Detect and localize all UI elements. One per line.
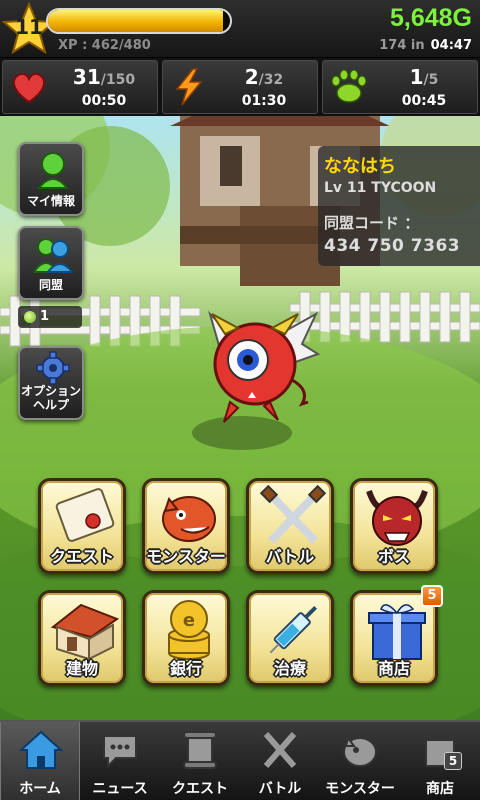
stat-energy: 2/32 01:30 <box>162 60 318 114</box>
ally-count: 1 <box>18 306 82 328</box>
help-label: ヘルプ <box>32 398 69 412</box>
my-info-button[interactable]: マイ情報 <box>18 142 84 216</box>
scroll-icon <box>183 731 217 769</box>
energy-max: /32 <box>258 72 284 88</box>
speech-bubble-icon <box>103 735 137 769</box>
energy-current: 2 <box>244 65 259 89</box>
health-timer: 00:50 <box>81 93 127 109</box>
demon-face-icon <box>366 490 428 546</box>
heal-button[interactable]: 治療 <box>246 590 334 686</box>
options-label: オプション <box>20 384 81 398</box>
quest-label: クエスト <box>49 547 114 566</box>
health-max: /150 <box>100 72 136 88</box>
syringe-icon <box>269 605 318 654</box>
stamina-current: 1 <box>409 65 424 89</box>
person-icon <box>36 152 70 189</box>
tab-battle-label: バトル <box>258 781 302 797</box>
tab-battle[interactable]: バトル <box>240 722 320 800</box>
tab-shop[interactable]: 5 商店 <box>400 722 480 800</box>
home-icon <box>19 730 63 769</box>
xp-bar <box>46 8 232 34</box>
shop-button[interactable]: 商店 5 <box>350 585 443 686</box>
alliance-code: 434 750 7363 <box>324 236 461 256</box>
quest-button[interactable]: クエスト <box>38 478 126 574</box>
ally-count-value: 1 <box>40 309 50 324</box>
monster-face-icon <box>343 735 377 767</box>
stats-bar: 31/150 00:50 2/32 01:30 1/5 00:45 <box>0 58 480 116</box>
stamina-timer: 00:45 <box>401 93 447 109</box>
heal-label: 治療 <box>273 659 306 678</box>
boss-button[interactable]: ボス <box>350 478 438 574</box>
shop-badge: 5 <box>421 585 443 607</box>
building-label: 建物 <box>65 659 98 678</box>
bank-button[interactable]: e 銀行 <box>142 590 230 686</box>
alliance-label: 同盟 <box>38 278 63 292</box>
crossed-swords-icon <box>259 485 327 544</box>
bottom-navigation: ホーム ニュース クエスト バトル モンスター 5 商店 <box>0 720 480 800</box>
tab-quest-label: クエスト <box>172 781 228 797</box>
coin-stack-icon: e <box>168 600 210 660</box>
xp-bar-fill <box>48 10 224 32</box>
home-scene: マイ情報 同盟 1 オプション ヘルプ ななはち Lv 11 TYCOON 同盟… <box>0 116 480 720</box>
health-current: 31 <box>72 65 101 89</box>
monster-sprite[interactable] <box>190 294 320 444</box>
options-help-label: オプション ヘルプ <box>20 384 82 412</box>
battle-button[interactable]: バトル <box>246 478 334 574</box>
tab-shop-badge: 5 <box>444 752 462 770</box>
tab-quest[interactable]: クエスト <box>160 722 240 800</box>
shop-label: 商店 <box>377 659 410 678</box>
stat-stamina: 1/5 00:45 <box>322 60 478 114</box>
scroll-icon <box>55 488 115 542</box>
battle-label: バトル <box>265 547 315 566</box>
tab-home-label: ホーム <box>19 781 61 797</box>
tab-home[interactable]: ホーム <box>0 722 80 800</box>
bank-label: 銀行 <box>169 659 202 678</box>
monster-button[interactable]: モンスター <box>142 478 230 574</box>
tab-shop-label: 商店 <box>426 781 454 797</box>
player-name: ななはち <box>324 156 396 177</box>
alliance-icon <box>33 238 73 273</box>
refill-timer: 174 in 04:47 <box>379 38 472 53</box>
timer-prefix: 174 in <box>379 38 425 53</box>
timer-value: 04:47 <box>430 38 472 53</box>
xp-text: XP : 462/480 <box>58 38 151 53</box>
gold-amount: 5,648G <box>389 4 472 32</box>
monster-label: モンスター <box>146 547 226 566</box>
heart-icon <box>12 72 46 104</box>
player-level-title: Lv 11 TYCOON <box>324 180 437 196</box>
tab-news-label: ニュース <box>92 781 148 797</box>
tab-monster[interactable]: モンスター <box>320 722 400 800</box>
energy-timer: 01:30 <box>241 93 287 109</box>
options-help-button[interactable]: オプション ヘルプ <box>18 346 84 420</box>
top-status-bar: 11 XP : 462/480 5,648G 174 in 04:47 <box>0 0 480 58</box>
lightning-icon <box>175 68 203 106</box>
alliance-button[interactable]: 同盟 <box>18 226 84 300</box>
tab-monster-label: モンスター <box>325 781 395 797</box>
ally-dot-icon <box>24 311 36 323</box>
player-profile-panel: ななはち Lv 11 TYCOON 同盟コード ： 434 750 7363 <box>318 146 480 266</box>
house-icon <box>50 603 120 661</box>
tab-news[interactable]: ニュース <box>80 722 160 800</box>
svg-text:e: e <box>183 610 195 631</box>
alliance-code-label: 同盟コード ： <box>324 214 420 232</box>
stamina-max: /5 <box>423 72 439 88</box>
crossed-swords-icon <box>263 732 297 768</box>
my-info-label: マイ情報 <box>26 194 75 208</box>
monster-face-icon <box>162 496 216 542</box>
building-button[interactable]: 建物 <box>38 590 126 686</box>
stat-health: 31/150 00:50 <box>2 60 158 114</box>
boss-label: ボス <box>377 547 410 566</box>
paw-icon <box>331 69 367 103</box>
